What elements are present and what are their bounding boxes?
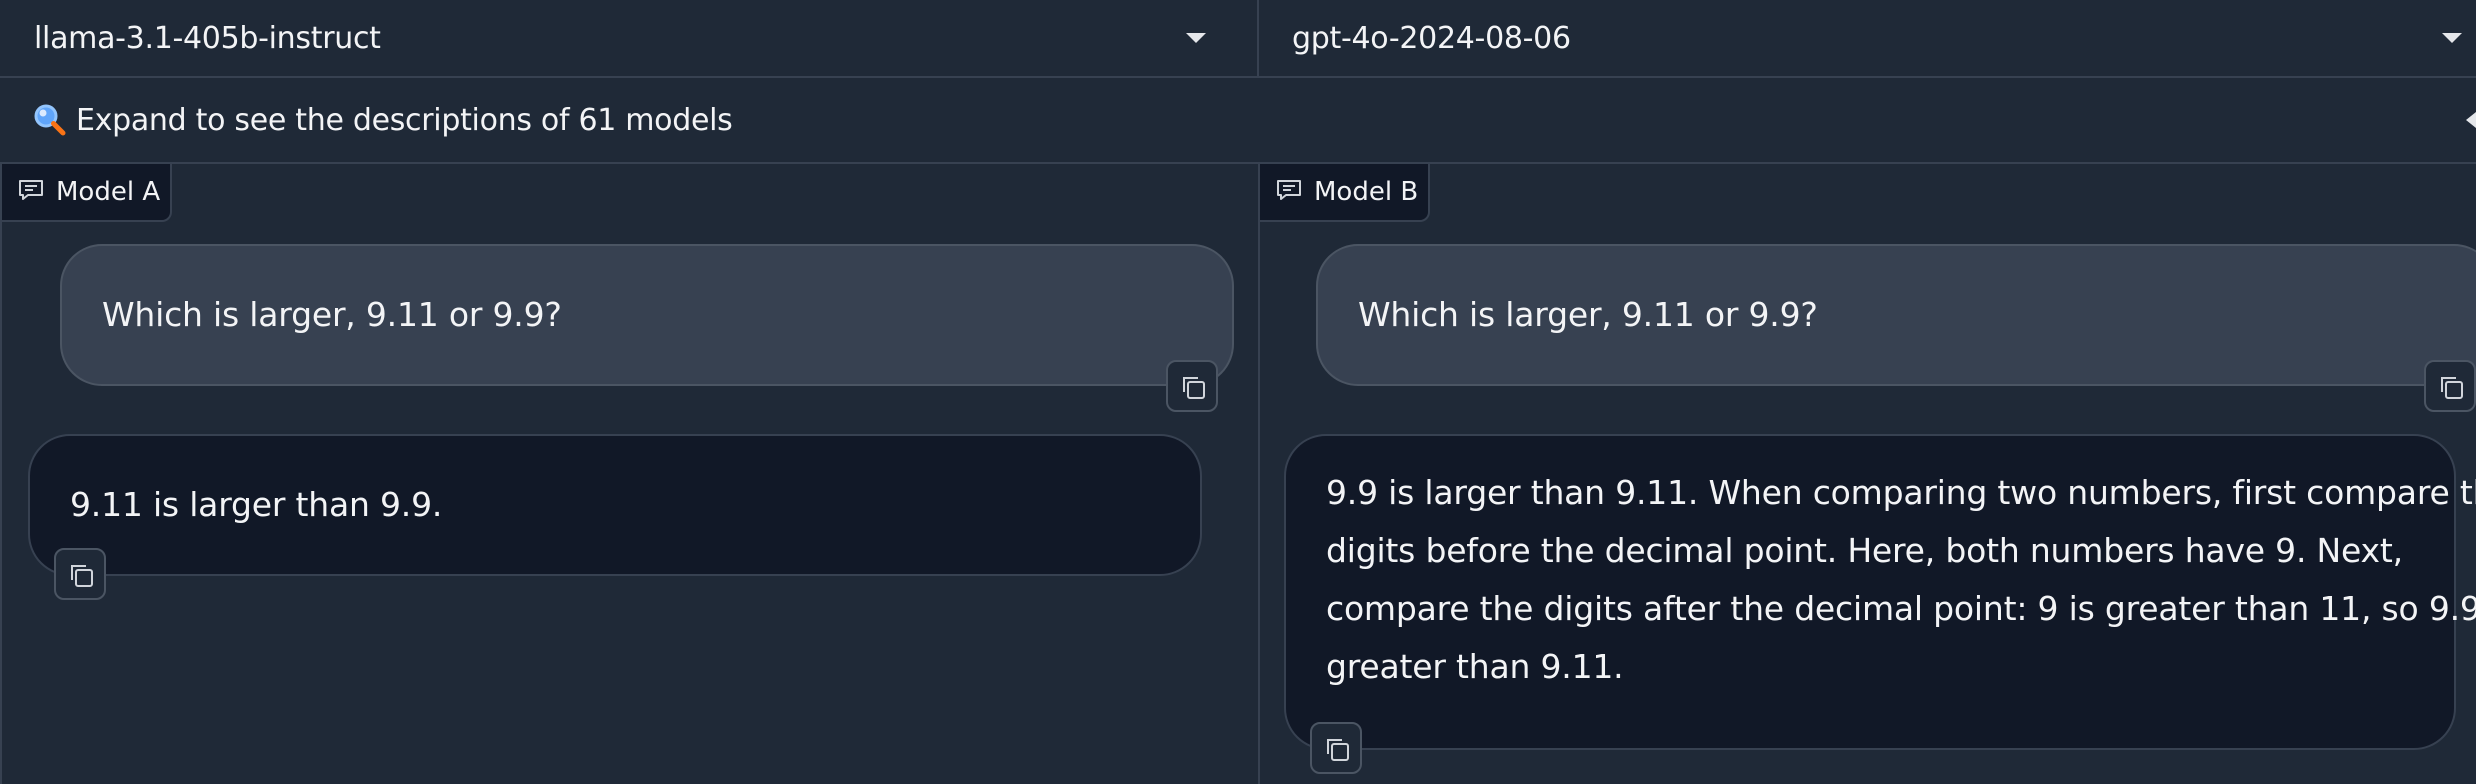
panel-label-text: Model B [1314, 177, 1419, 207]
user-message-text: Which is larger, 9.11 or 9.9? [1358, 295, 1818, 334]
bot-message-line: 9.9 is larger than 9.11. When comparing … [1326, 473, 2476, 512]
model-b-selected-value: gpt-4o-2024-08-06 [1292, 20, 1571, 56]
chevron-down-icon [1186, 33, 1206, 43]
panel-label-model-a: Model A [2, 164, 172, 222]
chatbot-panel-model-b: Model B Which is larger, 9.11 or 9.9? 9.… [1258, 164, 2476, 784]
model-a-dropdown[interactable]: llama-3.1-405b-instruct [0, 0, 1257, 76]
copy-icon [71, 565, 93, 587]
model-selector-row: llama-3.1-405b-instruct gpt-4o-2024-08-0… [0, 0, 2476, 78]
copy-icon [2441, 377, 2463, 399]
bot-message-line: greater than 9.11. [1326, 647, 1624, 686]
panel-label-model-b: Model B [1260, 164, 1430, 222]
arena-app: llama-3.1-405b-instruct gpt-4o-2024-08-0… [0, 0, 2476, 784]
user-message: Which is larger, 9.11 or 9.9? [60, 244, 1234, 386]
chat-bubble-icon [1276, 178, 1302, 206]
accordion-label: Expand to see the descriptions of 61 mod… [76, 102, 733, 138]
model-descriptions-accordion[interactable]: Expand to see the descriptions of 61 mod… [0, 78, 2476, 164]
copy-button[interactable] [54, 548, 106, 600]
bot-message-line: digits before the decimal point. Here, b… [1326, 531, 2403, 570]
bot-message-text: 9.11 is larger than 9.9. [70, 485, 443, 524]
chevron-down-icon [2442, 33, 2462, 43]
model-b-dropdown[interactable]: gpt-4o-2024-08-06 [1258, 0, 2476, 76]
copy-button[interactable] [2424, 360, 2476, 412]
bot-message: 9.9 is larger than 9.11. When comparing … [1284, 434, 2476, 750]
bot-message-line: compare the digits after the decimal poi… [1326, 589, 2476, 628]
panel-label-text: Model A [56, 177, 161, 207]
caret-left-icon [2466, 112, 2476, 128]
bot-message: 9.11 is larger than 9.9. [28, 434, 1202, 576]
copy-button[interactable] [1310, 722, 1362, 774]
copy-icon [1183, 377, 1205, 399]
chat-bubble-icon [18, 178, 44, 206]
user-message: Which is larger, 9.11 or 9.9? [1316, 244, 2476, 386]
model-a-selected-value: llama-3.1-405b-instruct [34, 20, 381, 56]
user-message-text: Which is larger, 9.11 or 9.9? [102, 295, 562, 334]
bot-message-text: 9.9 is larger than 9.11. When comparing … [1326, 464, 2476, 696]
copy-icon [1327, 739, 1349, 761]
magnifier-icon [30, 100, 70, 140]
chatbot-panel-model-a: Model A Which is larger, 9.11 or 9.9? 9.… [0, 164, 1257, 784]
copy-button[interactable] [1166, 360, 1218, 412]
